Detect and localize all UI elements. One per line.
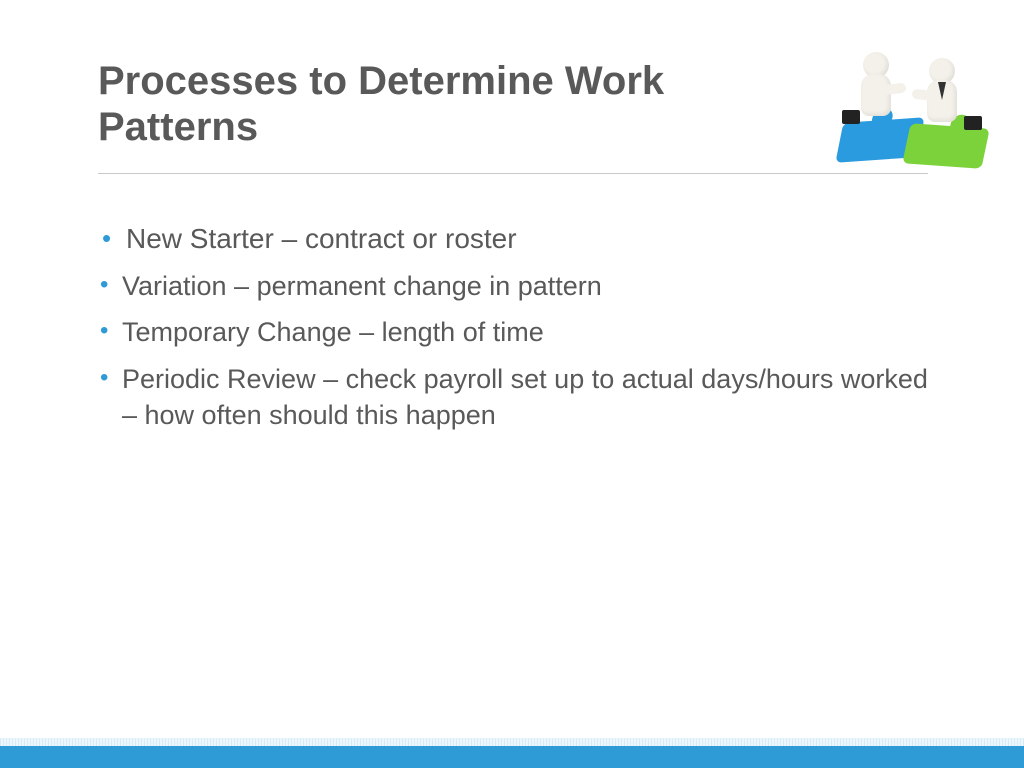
content-area: New Starter – contract or roster Variati… [98,220,944,444]
briefcase-left-icon [842,110,860,124]
bullet-text: Temporary Change – length of time [122,317,544,347]
footer-bar [0,738,1024,768]
slide-title: Processes to Determine Work Patterns [98,58,728,150]
title-divider [98,173,928,174]
briefcase-right-icon [964,116,982,130]
slide: Processes to Determine Work Patterns New… [0,0,1024,768]
handshake-puzzle-illustration [836,36,996,166]
bullet-list: New Starter – contract or roster Variati… [98,220,944,434]
figure-right-icon [920,58,964,138]
bullet-text: Periodic Review – check payroll set up t… [122,364,928,430]
footer-main-strip [0,746,1024,768]
bullet-item: Variation – permanent change in pattern [98,268,944,304]
bullet-item: Periodic Review – check payroll set up t… [98,361,944,434]
bullet-text: New Starter – contract or roster [126,223,517,254]
footer-accent-strip [0,738,1024,746]
bullet-item: Temporary Change – length of time [98,314,944,350]
bullet-item: New Starter – contract or roster [98,220,944,258]
header-area: Processes to Determine Work Patterns [98,58,964,150]
bullet-text: Variation – permanent change in pattern [122,271,602,301]
figure-left-icon [854,52,898,132]
